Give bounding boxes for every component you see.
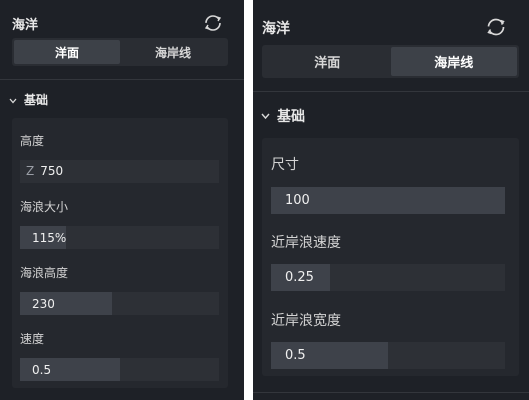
shore-wave-speed-value: 0.25: [285, 270, 314, 285]
field-label-shore-wave-speed: 近岸浪速度: [271, 235, 341, 251]
divider: [253, 91, 529, 92]
tab-coastline[interactable]: 海岸线: [120, 40, 226, 64]
basic-card: [262, 138, 519, 376]
chevron-down-icon: [261, 108, 270, 124]
field-label-shore-wave-width: 近岸浪宽度: [271, 313, 341, 329]
refresh-icon[interactable]: [486, 17, 506, 41]
divider: [0, 79, 244, 80]
field-label-wave-height: 海浪高度: [20, 266, 69, 280]
section-basic[interactable]: 基础: [261, 106, 305, 126]
field-label-wave-size: 海浪大小: [20, 200, 69, 214]
ocean-panel-coastline: 海洋 洋面 海岸线 基础 尺寸 100 近岸浪速度 0.25 近岸浪宽度 0.5: [253, 0, 529, 400]
panel-title: 海洋: [262, 21, 290, 37]
speed-value: 0.5: [32, 363, 52, 377]
section-title: 基础: [277, 109, 305, 125]
divider: [253, 392, 529, 393]
ocean-panel-surface: 海洋 洋面 海岸线 基础 高度 Z 750 海浪大小 115% 海浪高度 230 …: [0, 0, 244, 400]
wave-size-slider[interactable]: 115%: [20, 226, 219, 249]
section-basic[interactable]: 基础: [9, 91, 48, 108]
tab-surface[interactable]: 洋面: [264, 47, 391, 76]
tab-surface[interactable]: 洋面: [14, 40, 120, 64]
field-label-size: 尺寸: [271, 157, 299, 173]
field-label-height: 高度: [20, 134, 45, 148]
refresh-icon[interactable]: [204, 14, 222, 36]
height-input[interactable]: Z 750: [20, 160, 219, 183]
size-slider[interactable]: 100: [271, 187, 505, 214]
z-axis-prefix: Z: [26, 164, 35, 178]
panel-title: 海洋: [12, 18, 39, 33]
basic-card: [12, 118, 228, 388]
shore-wave-width-slider[interactable]: 0.5: [271, 342, 505, 369]
shore-wave-width-value: 0.5: [285, 348, 306, 363]
wave-size-value: 115%: [32, 231, 67, 245]
chevron-down-icon: [9, 93, 17, 107]
height-value: Z 750: [26, 164, 64, 178]
wave-height-value: 230: [32, 297, 55, 311]
shore-wave-speed-slider[interactable]: 0.25: [271, 264, 505, 291]
mode-tabs: 洋面 海岸线: [262, 45, 519, 78]
tab-coastline[interactable]: 海岸线: [390, 47, 517, 76]
speed-slider[interactable]: 0.5: [20, 358, 219, 381]
wave-height-slider[interactable]: 230: [20, 292, 219, 315]
mode-tabs: 洋面 海岸线: [12, 38, 228, 66]
field-label-speed: 速度: [20, 332, 45, 346]
size-value: 100: [285, 193, 310, 208]
section-title: 基础: [24, 93, 49, 107]
